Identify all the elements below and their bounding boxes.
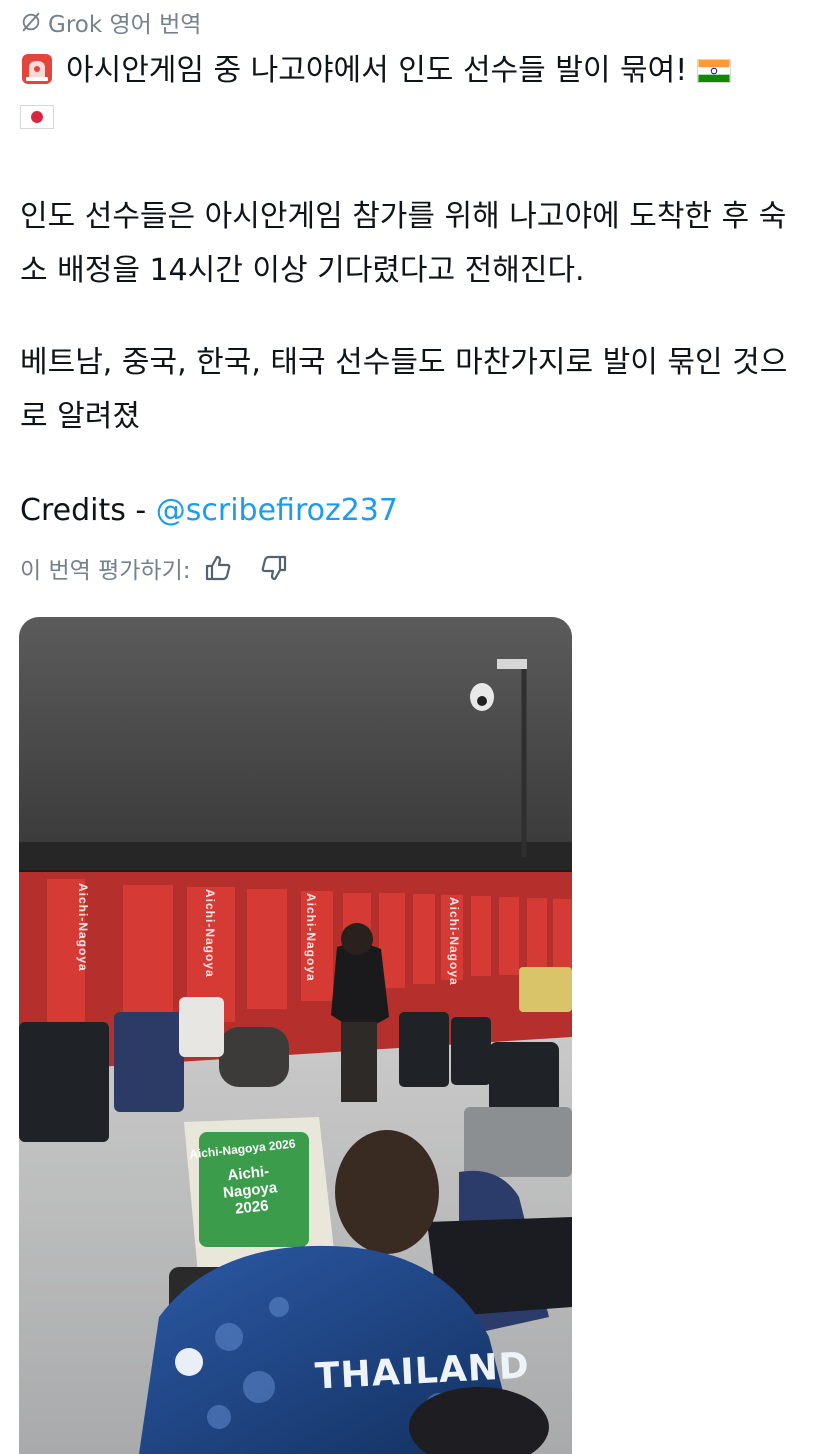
credits-handle-link[interactable]: @scribefiroz237 [156,493,398,528]
grok-translation-label: Grok 영어 번역 [48,12,202,38]
grok-translation-header[interactable]: Grok 영어 번역 [20,8,202,38]
translation-rating: 이 번역 평가하기: [20,548,291,588]
wall-banner-text: Aichi-Nagoya [447,897,461,986]
wall-banner-text: Aichi-Nagoya [76,883,90,972]
wall-banner-text: Aichi-Nagoya [203,889,217,978]
grok-icon [22,12,40,32]
post-title: 아시안게임 중 나고야에서 인도 선수들 발이 묶여! [20,48,810,140]
thumbs-down-button[interactable] [257,551,291,585]
cart-sign-main: Aichi- Nagoya 2026 [222,1162,278,1218]
post-title-text: 아시안게임 중 나고야에서 인도 선수들 발이 묶여! [66,53,688,88]
post-credits: Credits - @scribefiroz237 [20,484,398,538]
japan-flag-icon [20,105,54,129]
credits-prefix: Credits - [20,493,156,528]
post-video[interactable]: Aichi-Nagoya Aichi-Nagoya Aichi-Nagoya A… [19,617,572,1454]
post-paragraph-1: 인도 선수들은 아시안게임 참가를 위해 나고야에 도착한 후 숙소 배정을 1… [20,199,787,288]
wall-banner-text: Aichi-Nagoya [304,893,318,982]
thumbs-up-icon [205,555,230,581]
post-paragraph-2: 베트남, 중국, 한국, 태국 선수들도 마찬가지로 발이 묶인 것으로 알려졌 [20,345,788,434]
thumbs-up-button[interactable] [201,551,235,585]
india-flag-icon [697,59,732,83]
rating-label: 이 번역 평가하기: [20,558,191,584]
airport-scene-image [19,617,572,1454]
thumbs-down-icon [261,555,286,581]
siren-icon [22,54,52,84]
